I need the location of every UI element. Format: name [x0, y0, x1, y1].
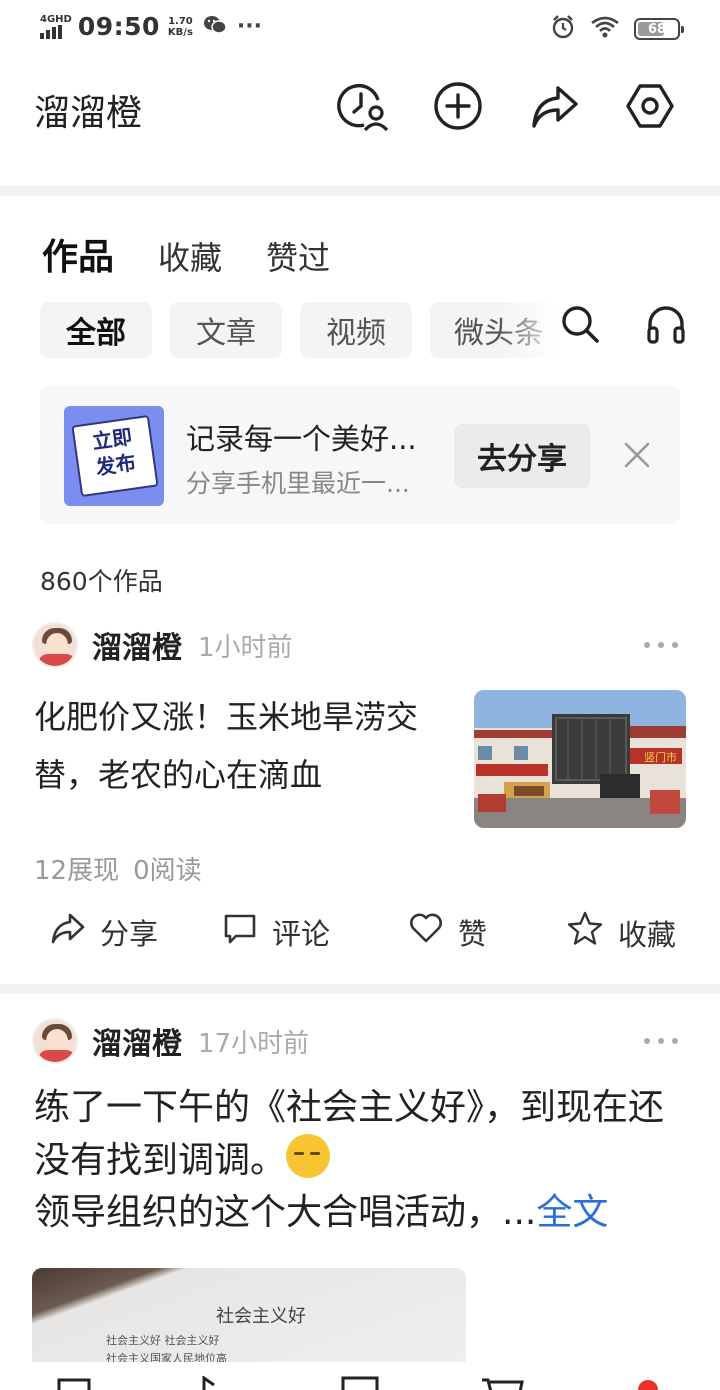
post-divider — [0, 984, 720, 994]
signal-icon: 4GHD — [40, 13, 72, 39]
heart-icon — [408, 910, 444, 953]
clock: 09:50 — [77, 12, 160, 41]
speed-unit: KB/s — [167, 26, 193, 38]
favorite-label: 收藏 — [618, 917, 677, 952]
wechat-icon — [203, 14, 227, 40]
filter-video[interactable]: 视频 — [300, 302, 412, 358]
share-label: 分享 — [100, 916, 159, 951]
like-action[interactable]: 赞 — [408, 910, 487, 953]
post-header: 溜溜橙 17小时前 — [32, 1018, 309, 1064]
avatar[interactable] — [32, 622, 78, 668]
comment-icon — [222, 910, 258, 953]
post-author[interactable]: 溜溜橙 — [92, 623, 182, 667]
search-icon[interactable] — [560, 304, 600, 348]
video-icon[interactable] — [200, 1375, 230, 1390]
post-stats: 12展现 0阅读 — [34, 850, 202, 887]
wifi-icon — [590, 15, 620, 43]
alarm-icon — [550, 14, 576, 44]
read-count: 0阅读 — [133, 856, 202, 886]
post-time: 1小时前 — [198, 632, 293, 663]
speed-value: 1.70 — [168, 15, 193, 27]
post-time: 17小时前 — [198, 1028, 310, 1059]
filter-article[interactable]: 文章 — [170, 302, 282, 358]
profile-header: 溜溜橙 — [0, 56, 720, 186]
battery-icon: 68 — [634, 18, 684, 40]
go-share-button[interactable]: 去分享 — [454, 424, 590, 488]
more-options-icon[interactable] — [644, 1038, 678, 1048]
network-speed: 1.70 KB/s — [168, 16, 193, 38]
share-icon[interactable] — [526, 78, 582, 134]
favorite-action[interactable]: 收藏 — [566, 910, 676, 955]
star-icon — [566, 910, 604, 955]
publish-illustration: 立即 发布 — [64, 406, 164, 506]
read-more-link[interactable]: 全文 — [536, 1192, 608, 1233]
tab-favorites[interactable]: 收藏 — [158, 233, 222, 279]
status-bar: 4GHD 09:50 1.70 KB/s ··· 68 — [0, 0, 720, 56]
bottom-navigation — [0, 1362, 720, 1390]
content-tabs: 作品 收藏 赞过 — [42, 228, 330, 280]
post-title[interactable]: 化肥价又涨！玉米地旱涝交替，老农的心在滴血 — [34, 688, 444, 804]
post-thumbnail[interactable]: 竖门市 — [474, 690, 686, 828]
network-type: 4GHD — [40, 13, 72, 25]
page-title: 溜溜橙 — [34, 93, 143, 134]
like-label: 赞 — [458, 916, 488, 951]
share-action[interactable]: 分享 — [50, 910, 158, 953]
battery-level: 68 — [647, 21, 667, 37]
section-divider — [0, 186, 720, 196]
share-icon — [50, 910, 86, 953]
banner-subtitle: 分享手机里最近一... — [186, 469, 410, 498]
post-header: 溜溜橙 1小时前 — [32, 622, 293, 668]
profile-icon[interactable] — [636, 1376, 660, 1390]
more-options-icon[interactable] — [644, 642, 678, 652]
post-actions: 分享 评论 赞 收藏 — [0, 910, 720, 964]
cart-icon[interactable] — [480, 1376, 524, 1390]
avatar[interactable] — [32, 1018, 78, 1064]
filter-chips: 全部 文章 视频 微头条 — [40, 302, 560, 358]
post-body-line2: 领导组织的这个大合唱活动，... — [34, 1192, 537, 1233]
sleepy-emoji-icon — [286, 1134, 331, 1178]
store-sign-text: 竖门市 — [644, 750, 677, 764]
headphones-icon[interactable] — [646, 304, 686, 348]
tab-liked[interactable]: 赞过 — [266, 233, 330, 279]
post-author[interactable]: 溜溜橙 — [92, 1019, 182, 1063]
comment-action[interactable]: 评论 — [222, 910, 330, 953]
tab-works[interactable]: 作品 — [42, 228, 114, 280]
history-user-icon[interactable] — [334, 78, 390, 134]
banner-title: 记录每一个美好... — [186, 422, 417, 456]
image-title-text: 社会主义好 — [216, 1306, 306, 1327]
close-icon[interactable] — [620, 438, 654, 472]
post-image[interactable]: 社会主义好 社会主义好 社会主义好 社会主义国家人民地位高 — [32, 1268, 466, 1368]
more-status: ··· — [236, 14, 262, 39]
filter-all[interactable]: 全部 — [40, 302, 152, 358]
image-text-line: 社会主义好 社会主义好 — [106, 1334, 220, 1347]
home-icon[interactable] — [56, 1376, 92, 1390]
view-count: 12展现 — [34, 856, 120, 886]
publish-banner[interactable]: 立即 发布 记录每一个美好... 分享手机里最近一... 去分享 — [40, 386, 680, 524]
comment-label: 评论 — [272, 916, 331, 951]
settings-icon[interactable] — [622, 78, 678, 134]
post-body[interactable]: 练了一下午的《社会主义好》，到现在还没有找到调调。 领导组织的这个大合唱活动，.… — [34, 1082, 684, 1239]
edit-icon[interactable] — [340, 1376, 380, 1390]
add-icon[interactable] — [430, 78, 486, 134]
post-body-line1: 练了一下午的《社会主义好》，到现在还没有找到调调。 — [34, 1087, 665, 1181]
works-count: 860个作品 — [40, 567, 163, 596]
